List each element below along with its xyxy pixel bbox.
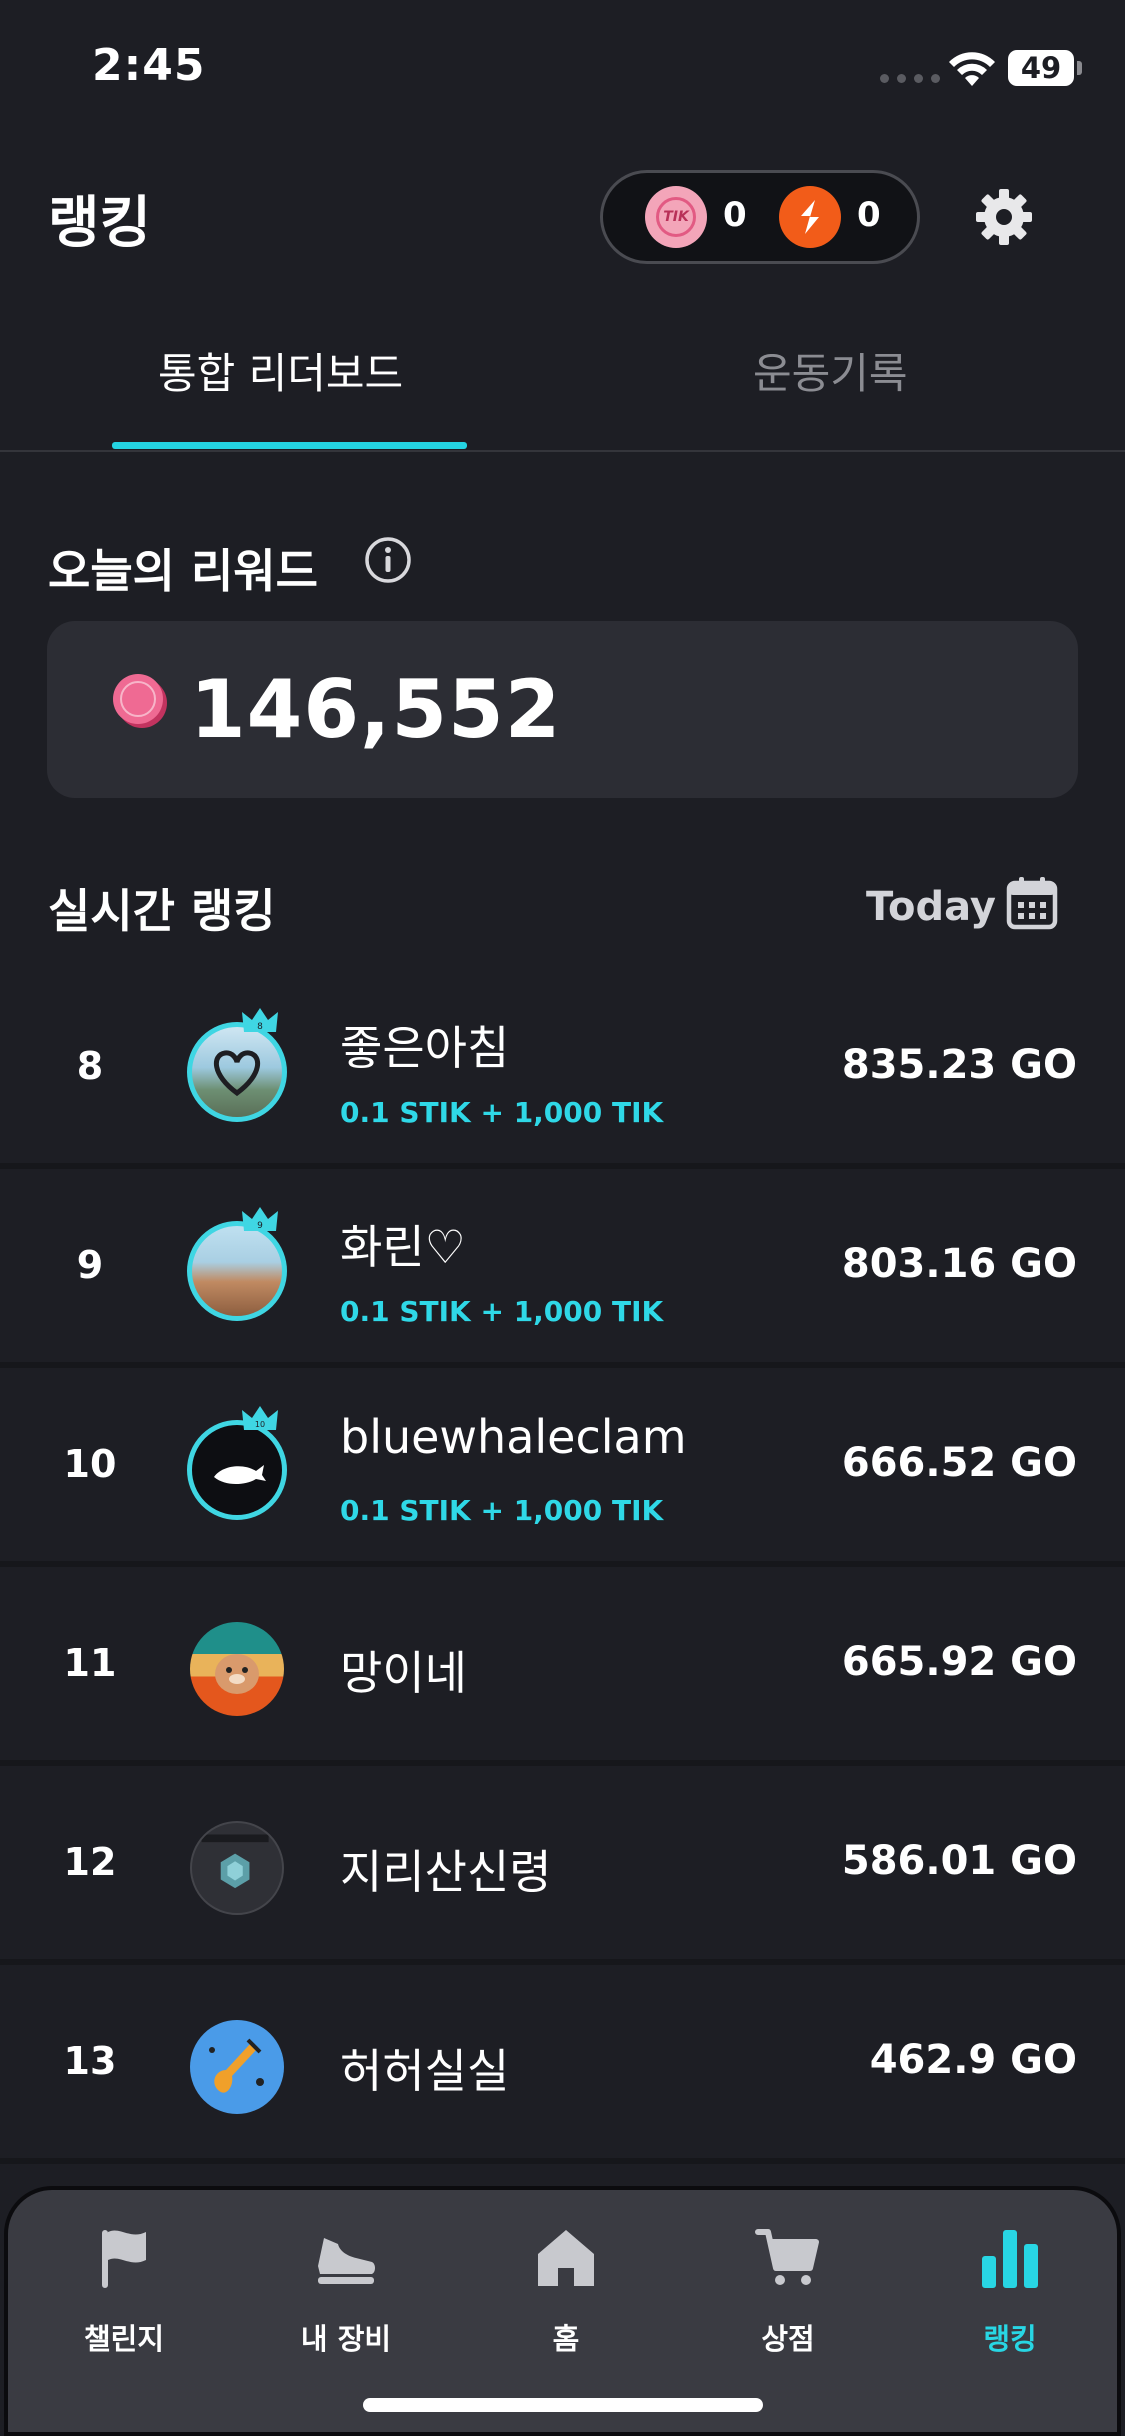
bar-chart-icon	[982, 2230, 1038, 2288]
user-score: 586.01 GO	[841, 1838, 1077, 1884]
avatar: 8	[182, 1008, 292, 1122]
rank-reward: 0.1 STIK + 1,000 TIK	[340, 1494, 664, 1527]
nav-label: 내 장비	[300, 2322, 392, 2356]
gear-icon[interactable]	[972, 185, 1036, 249]
today-reward-value: 146,552	[190, 663, 562, 756]
tab-workout-records[interactable]: 운동기록	[753, 340, 908, 401]
nav-label: 챌린지	[83, 2322, 165, 2356]
nav-item-ranking[interactable]: 랭킹	[930, 2222, 1090, 2358]
user-name: 화린♡	[340, 1220, 466, 1274]
battery-nub	[1077, 61, 1082, 75]
user-name: bluewhaleclam	[340, 1410, 687, 1464]
nav-label: 홈	[552, 2322, 580, 2356]
flag-icon	[102, 2230, 146, 2288]
ranking-row[interactable]: 10 10 bluewhaleclam 0.1 STIK + 1,000 TIK…	[0, 1368, 1125, 1567]
svg-text:10: 10	[255, 1420, 265, 1429]
user-name: 허허실실	[340, 2044, 510, 2098]
ranking-row[interactable]: 13 허허실실 462.9 GO	[0, 1965, 1125, 2164]
avatar	[182, 2005, 292, 2115]
tab-integrated-leaderboard[interactable]: 통합 리더보드	[158, 340, 403, 401]
nav-item-my-gear[interactable]: 내 장비	[266, 2222, 426, 2358]
ranking-row[interactable]: 9 9 화린♡ 0.1 STIK + 1,000 TIK 803.16 GO	[0, 1169, 1125, 1368]
status-bar: 2:45 49	[0, 0, 1125, 135]
nav-label: 상점	[761, 2322, 815, 2356]
user-score: 803.16 GO	[841, 1241, 1077, 1287]
nav-item-home[interactable]: 홈	[486, 2222, 646, 2358]
rank-reward: 0.1 STIK + 1,000 TIK	[340, 1096, 664, 1129]
avatar: 10	[182, 1406, 292, 1520]
crown-icon: 9	[242, 1207, 278, 1231]
tik-balance: 0	[723, 195, 747, 235]
today-reward-card: 146,552	[47, 621, 1078, 798]
ranking-row[interactable]: 8 8 좋은아침 0.1 STIK + 1,000 TIK 835.23 GO	[0, 970, 1125, 1169]
home-indicator[interactable]	[363, 2398, 763, 2412]
user-name: 지리산신령	[340, 1845, 552, 1899]
live-ranking-title: 실시간 랭킹	[48, 884, 276, 938]
rank-number: 8	[76, 1044, 104, 1088]
tik-coin-label: TIK	[663, 209, 689, 225]
ranking-row[interactable]: 12 지리산신령 586.01 GO	[0, 1766, 1125, 1965]
user-name: 좋은아침	[340, 1021, 510, 1075]
rank-number: 9	[76, 1243, 104, 1287]
user-score: 665.92 GO	[841, 1639, 1077, 1685]
calendar-icon[interactable]	[1006, 875, 1058, 931]
user-score: 462.9 GO	[869, 2037, 1077, 2083]
tik-coin-icon	[113, 674, 167, 728]
stik-coin-icon	[779, 186, 841, 248]
avatar	[182, 1607, 292, 1717]
today-reward-title: 오늘의 리워드	[48, 544, 318, 598]
tab-divider	[0, 450, 1125, 452]
crown-icon: 10	[242, 1406, 278, 1430]
page-title: 랭킹	[48, 191, 152, 256]
nav-item-shop[interactable]: 상점	[708, 2222, 868, 2358]
ranking-row[interactable]: 11 망이네 665.92 GO	[0, 1567, 1125, 1766]
period-selector-label[interactable]: Today	[866, 884, 996, 930]
ranking-list: 8 8 좋은아침 0.1 STIK + 1,000 TIK 835.23 GO …	[0, 970, 1125, 2164]
user-score: 666.52 GO	[841, 1440, 1077, 1486]
nav-label: 랭킹	[983, 2322, 1037, 2356]
avatar: 9	[182, 1207, 292, 1321]
stik-balance: 0	[857, 195, 881, 235]
user-score: 835.23 GO	[841, 1042, 1077, 1088]
status-time: 2:45	[92, 40, 206, 91]
battery-icon: 49	[1008, 50, 1074, 86]
rank-number: 11	[63, 1641, 117, 1685]
active-tab-indicator	[112, 442, 467, 449]
wifi-icon	[949, 52, 995, 86]
info-icon[interactable]	[363, 535, 413, 585]
rank-number: 13	[63, 2039, 117, 2083]
nav-item-challenge[interactable]: 챌린지	[44, 2222, 204, 2358]
cart-icon	[755, 2229, 819, 2285]
svg-text:8: 8	[257, 1022, 263, 1032]
rank-number: 10	[63, 1442, 117, 1486]
crown-icon: 8	[242, 1008, 278, 1032]
sneaker-icon	[318, 2238, 375, 2284]
user-name: 망이네	[340, 1646, 467, 1700]
home-icon	[538, 2230, 594, 2286]
cellular-signal-icon	[880, 74, 940, 83]
rank-number: 12	[63, 1840, 117, 1884]
svg-text:9: 9	[257, 1221, 263, 1231]
rank-reward: 0.1 STIK + 1,000 TIK	[340, 1295, 664, 1328]
avatar	[182, 1806, 292, 1916]
currency-balance-pill[interactable]: TIK 0 0	[600, 170, 920, 264]
